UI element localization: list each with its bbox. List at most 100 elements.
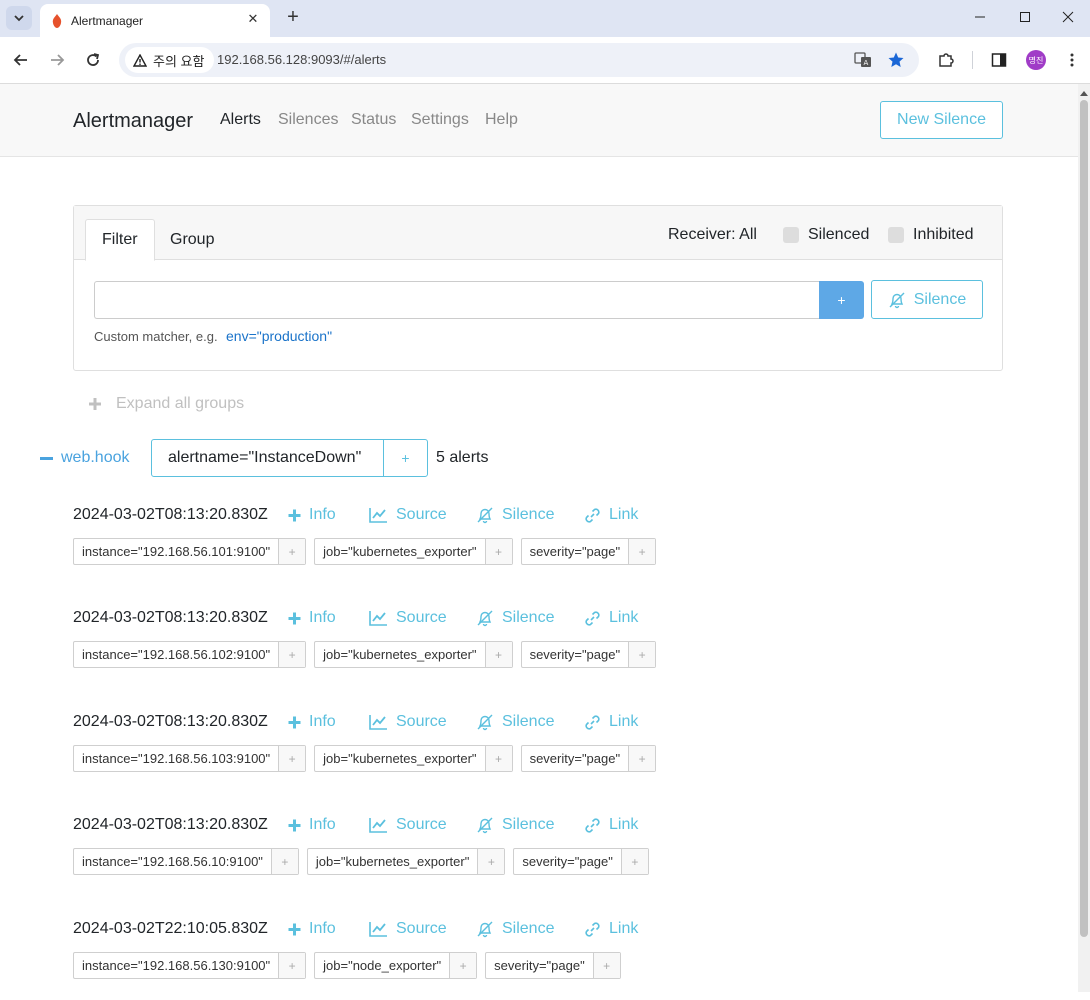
nav-silences[interactable]: Silences [278, 111, 338, 129]
app-brand[interactable]: Alertmanager [73, 110, 193, 133]
alert-label-add-button[interactable]: + [279, 642, 306, 667]
side-panel-button[interactable] [987, 48, 1011, 72]
alert-label-text[interactable]: job="node_exporter" [315, 953, 451, 978]
alert-source-button[interactable]: Source [369, 920, 447, 938]
alert-label-text[interactable]: instance="192.168.56.102:9100" [74, 642, 280, 667]
translate-icon[interactable]: A [854, 51, 872, 69]
silenced-checkbox-box[interactable] [783, 227, 799, 243]
alert-source-button[interactable]: Source [369, 506, 447, 524]
receiver-selector[interactable]: Receiver: All [668, 226, 757, 244]
alert-label-add-button[interactable]: + [279, 953, 306, 978]
alert-source-button[interactable]: Source [369, 713, 447, 731]
alert-label-add-button[interactable]: + [478, 849, 505, 874]
alert-label-add-button[interactable]: + [621, 849, 648, 874]
alert-silence-button[interactable]: Silence [476, 609, 554, 627]
alert-silence-button[interactable]: Silence [476, 816, 554, 834]
nav-help[interactable]: Help [485, 111, 518, 129]
nav-settings[interactable]: Settings [411, 111, 469, 129]
alert-item: 2024-03-02T08:13:20.830Z Info Source Sil… [73, 506, 773, 586]
tab-group[interactable]: Group [154, 219, 230, 261]
alert-label-text[interactable]: instance="192.168.56.130:9100" [74, 953, 280, 978]
minimize-button[interactable] [957, 4, 1003, 30]
alert-label-text[interactable]: severity="page" [522, 642, 630, 667]
alert-label-add-button[interactable]: + [279, 746, 306, 771]
new-silence-button[interactable]: New Silence [880, 101, 1003, 139]
security-chip[interactable]: 주의 요함 [125, 47, 215, 73]
minus-icon [40, 456, 53, 460]
alert-label-add-button[interactable]: + [629, 539, 656, 564]
alert-label-text[interactable]: severity="page" [522, 746, 630, 771]
tab-search-button[interactable] [6, 6, 32, 30]
alert-label-text[interactable]: job="kubernetes_exporter" [315, 642, 486, 667]
alert-label-add-button[interactable]: + [485, 746, 512, 771]
forward-button[interactable] [44, 47, 70, 73]
group-collapse-toggle[interactable]: web.hook [40, 449, 130, 467]
scrollbar-thumb[interactable] [1080, 100, 1088, 937]
extensions-button[interactable] [934, 48, 958, 72]
alert-info-button[interactable]: Info [288, 920, 336, 938]
add-matcher-button[interactable]: + [819, 281, 864, 319]
scroll-up-arrow-icon[interactable] [1078, 86, 1090, 100]
nav-status[interactable]: Status [351, 111, 396, 129]
link-icon [585, 610, 600, 626]
alert-silence-button[interactable]: Silence [476, 713, 554, 731]
new-tab-button[interactable]: + [282, 6, 304, 28]
alert-labels: instance="192.168.56.103:9100" + job="kube… [73, 745, 657, 772]
expand-all-groups[interactable]: Expand all groups [88, 395, 244, 413]
silenced-checkbox[interactable]: Silenced [783, 226, 869, 244]
alert-label-text[interactable]: job="kubernetes_exporter" [308, 849, 479, 874]
filter-matcher-input[interactable] [94, 281, 819, 319]
alert-label-text[interactable]: job="kubernetes_exporter" [315, 539, 486, 564]
alert-label-chip: severity="page" + [520, 745, 657, 772]
alert-label-text[interactable]: severity="page" [522, 539, 630, 564]
alertmanager-favicon-icon [52, 14, 62, 28]
alert-link-button[interactable]: Link [584, 609, 638, 627]
alert-label-add-button[interactable]: + [629, 642, 656, 667]
alert-info-button[interactable]: Info [288, 816, 336, 834]
group-label-text[interactable]: alertname="InstanceDown" [152, 440, 384, 476]
back-button[interactable] [8, 47, 34, 73]
alert-label-add-button[interactable]: + [450, 953, 477, 978]
filter-silence-button[interactable]: Silence [871, 280, 983, 319]
alert-label-chip: job="kubernetes_exporter" + [314, 641, 513, 668]
alert-info-button[interactable]: Info [288, 713, 336, 731]
nav-alerts[interactable]: Alerts [220, 111, 261, 129]
reload-button[interactable] [80, 47, 106, 73]
alert-link-button[interactable]: Link [584, 920, 638, 938]
alert-label-text[interactable]: instance="192.168.56.103:9100" [74, 746, 280, 771]
maximize-button[interactable] [1002, 4, 1048, 30]
alert-label-text[interactable]: severity="page" [486, 953, 594, 978]
alert-source-button[interactable]: Source [369, 816, 447, 834]
alert-label-add-button[interactable]: + [485, 642, 512, 667]
alert-label-chip: instance="192.168.56.10:9100" + [73, 848, 299, 875]
tab-filter[interactable]: Filter [85, 219, 155, 261]
bookmark-star-icon[interactable] [887, 51, 905, 69]
matcher-hint-example[interactable]: env="production" [226, 328, 332, 344]
alert-link-button[interactable]: Link [584, 816, 638, 834]
inhibited-checkbox-box[interactable] [888, 227, 904, 243]
browser-menu-button[interactable] [1060, 48, 1084, 72]
alert-label-text[interactable]: instance="192.168.56.101:9100" [74, 539, 280, 564]
browser-tab[interactable]: Alertmanager ✕ [40, 4, 270, 37]
close-window-button[interactable] [1046, 4, 1090, 30]
group-label-add-button[interactable]: + [384, 440, 427, 476]
alert-label-add-button[interactable]: + [271, 849, 298, 874]
alert-info-button[interactable]: Info [288, 506, 336, 524]
alert-label-add-button[interactable]: + [629, 746, 656, 771]
address-bar[interactable]: 주의 요함 192.168.56.128:9093/#/alerts A [119, 43, 919, 77]
alert-link-button[interactable]: Link [584, 713, 638, 731]
inhibited-checkbox[interactable]: Inhibited [888, 226, 974, 244]
alert-label-add-button[interactable]: + [593, 953, 620, 978]
alert-label-text[interactable]: severity="page" [514, 849, 622, 874]
alert-label-add-button[interactable]: + [485, 539, 512, 564]
alert-label-add-button[interactable]: + [279, 539, 306, 564]
alert-silence-button[interactable]: Silence [476, 920, 554, 938]
tab-close-icon[interactable]: ✕ [244, 10, 262, 28]
alert-source-button[interactable]: Source [369, 609, 447, 627]
profile-avatar[interactable]: 명진 [1026, 50, 1046, 70]
alert-label-text[interactable]: instance="192.168.56.10:9100" [74, 849, 272, 874]
alert-label-text[interactable]: job="kubernetes_exporter" [315, 746, 486, 771]
alert-silence-button[interactable]: Silence [476, 506, 554, 524]
alert-link-button[interactable]: Link [584, 506, 638, 524]
alert-info-button[interactable]: Info [288, 609, 336, 627]
